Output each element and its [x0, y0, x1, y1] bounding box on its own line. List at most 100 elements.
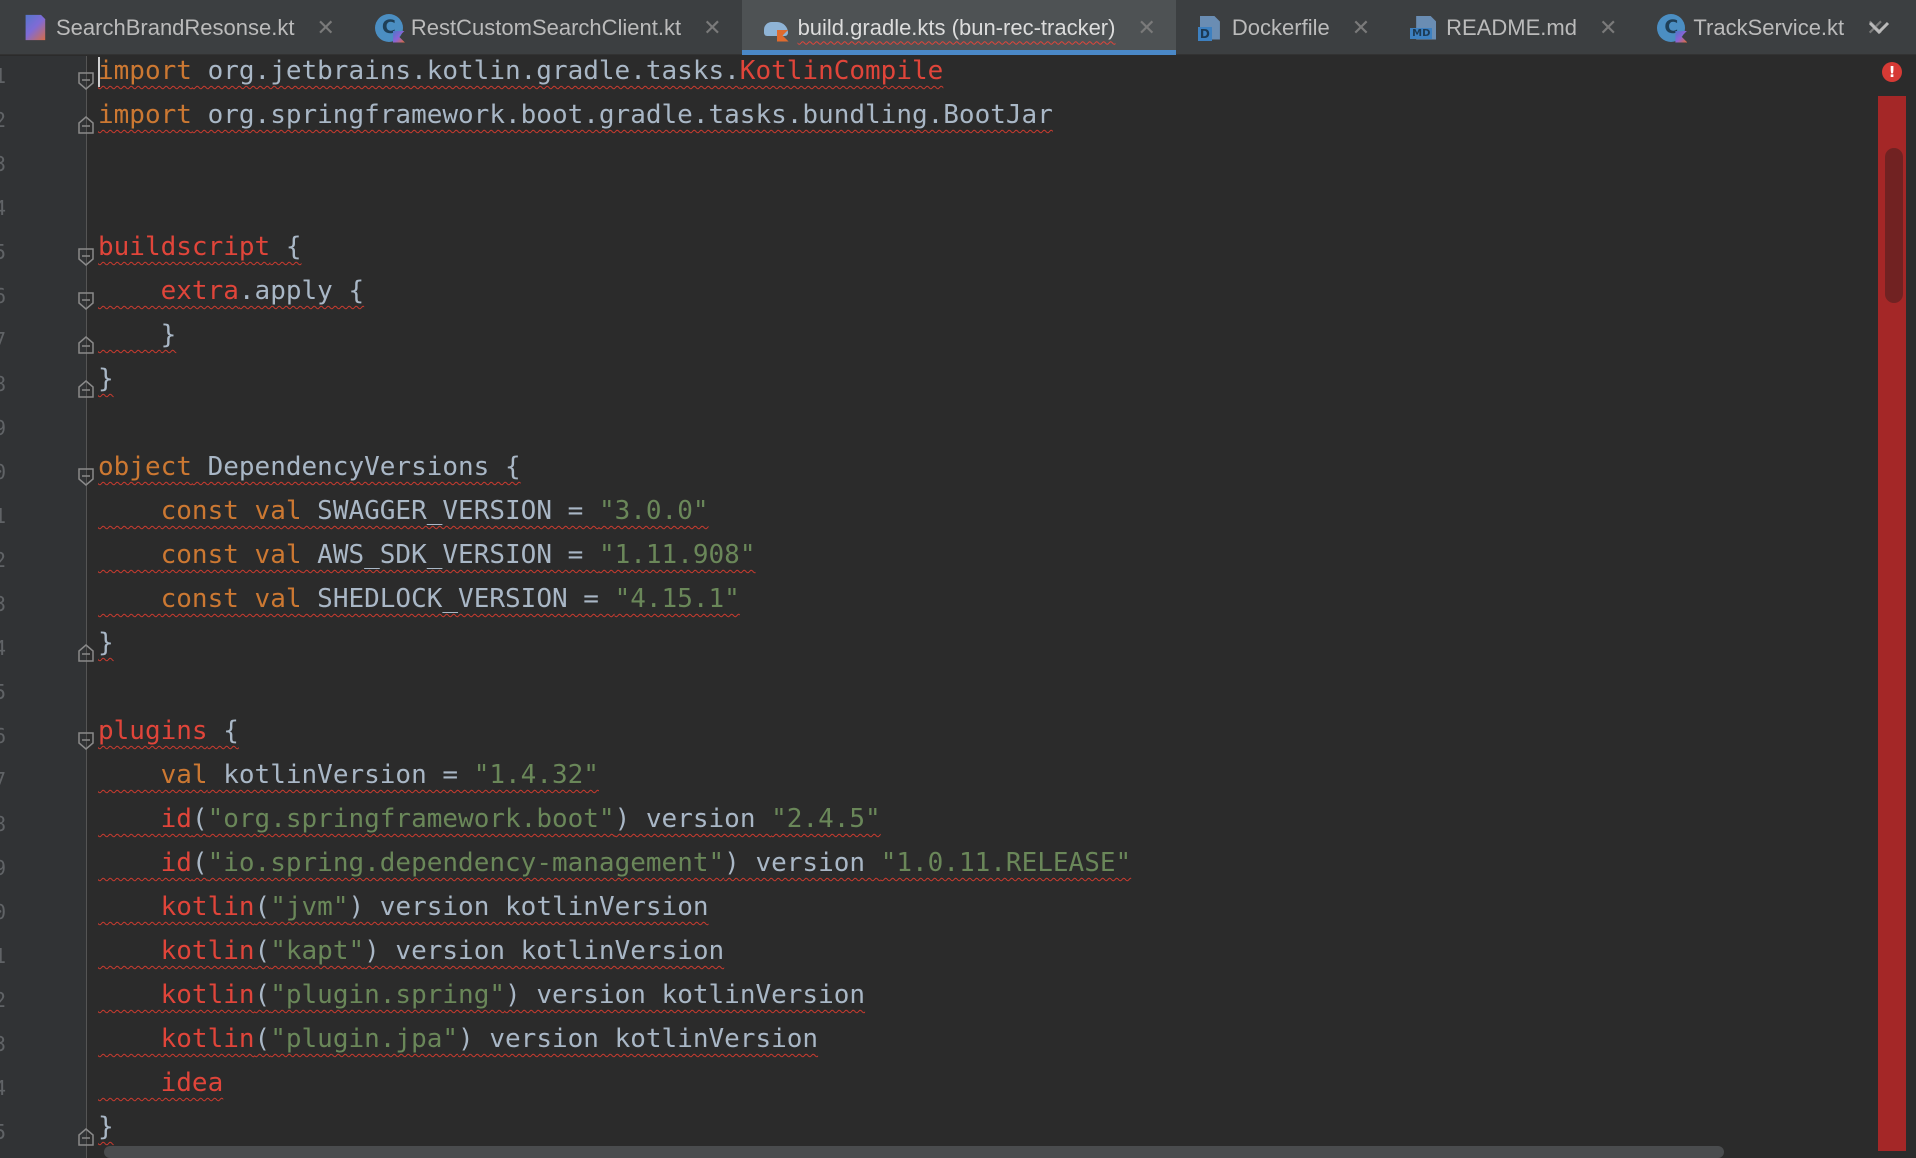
string-literal: "1.4.32"	[473, 760, 599, 790]
unresolved-reference: kotlin	[160, 980, 255, 1010]
fold-start-icon[interactable]	[77, 291, 95, 311]
code-line: kotlin("plugin.spring") version kotlinVe…	[98, 980, 865, 1024]
code-text: }	[98, 628, 114, 658]
error-indicator-icon[interactable]: !	[1882, 62, 1902, 82]
keyword: object	[98, 452, 192, 482]
close-icon[interactable]: ✕	[1137, 15, 1155, 41]
unresolved-reference: id	[160, 804, 192, 834]
code-line: plugins {	[98, 716, 239, 760]
tab-search-brand-resonse[interactable]: SearchBrandResonse.kt ✕	[0, 0, 355, 55]
keyword: import	[98, 56, 192, 86]
tab-dockerfile[interactable]: Dockerfile ✕	[1176, 0, 1390, 55]
line-number: 3	[0, 152, 7, 176]
line-number: 0	[0, 900, 7, 924]
code-text: ) version kotlinVersion	[348, 892, 709, 922]
code-text: {	[207, 716, 239, 746]
line-number: 5	[0, 1120, 7, 1144]
code-line: id("io.spring.dependency-management") ve…	[98, 848, 1132, 892]
code-line: object DependencyVersions {	[98, 452, 521, 496]
line-number-gutter: 1 2 3 4 5 6 7 8 9 0 1 2 3 4 5 6 7 8 9 0 …	[0, 56, 86, 1158]
code-text: org.jetbrains.kotlin.gradle.tasks.	[191, 56, 740, 86]
close-icon[interactable]: ✕	[703, 15, 721, 41]
line-number: 3	[0, 592, 7, 616]
unresolved-reference: idea	[160, 1068, 224, 1098]
gradle-icon	[762, 14, 790, 42]
code-text: ) version	[724, 848, 881, 878]
tab-readme[interactable]: README.md ✕	[1390, 0, 1637, 55]
code-text: (	[254, 1024, 271, 1054]
tab-label: RestCustomSearchClient.kt	[410, 14, 682, 40]
code-line: kotlin("jvm") version kotlinVersion	[98, 892, 709, 936]
code-text: .apply {	[238, 276, 365, 306]
fold-end-icon[interactable]	[77, 643, 95, 663]
close-icon[interactable]: ✕	[1352, 15, 1370, 41]
string-literal: "kapt"	[270, 936, 365, 966]
string-literal: "plugin.spring"	[270, 980, 506, 1010]
fold-end-icon[interactable]	[77, 115, 95, 135]
code-text: org.springframework.boot.gradle.tasks.bu…	[191, 100, 1053, 130]
code-text: ) version	[614, 804, 772, 834]
string-literal: "io.spring.dependency-management"	[207, 848, 725, 878]
horizontal-scrollbar[interactable]	[104, 1146, 1724, 1158]
line-number: 6	[0, 724, 7, 748]
dockerfile-icon	[1196, 14, 1224, 42]
line-number: 6	[0, 284, 7, 308]
keyword: const val	[160, 540, 302, 570]
code-editor[interactable]: 1 2 3 4 5 6 7 8 9 0 1 2 3 4 5 6 7 8 9 0 …	[0, 56, 1916, 1158]
code-text: (	[254, 980, 271, 1010]
string-literal: "org.springframework.boot"	[207, 804, 615, 834]
tab-build-gradle-kts[interactable]: build.gradle.kts (bun-rec-tracker) ✕	[741, 0, 1177, 55]
keyword: val	[160, 760, 208, 790]
code-line: const val SHEDLOCK_VERSION = "4.15.1"	[98, 584, 740, 628]
line-number: 9	[0, 856, 7, 880]
code-text: ) version kotlinVersion	[364, 936, 725, 966]
chevron-down-icon[interactable]	[1862, 10, 1896, 44]
editor-tab-bar: SearchBrandResonse.kt ✕ RestCustomSearch…	[0, 0, 1916, 55]
line-number: 8	[0, 372, 7, 396]
fold-end-icon[interactable]	[77, 379, 95, 399]
keyword: import	[98, 100, 192, 130]
fold-start-icon[interactable]	[77, 71, 95, 91]
fold-end-icon[interactable]	[77, 1127, 95, 1147]
line-number: 4	[0, 636, 7, 660]
code-line: }	[98, 320, 177, 364]
fold-start-icon[interactable]	[77, 247, 95, 267]
code-line: import org.jetbrains.kotlin.gradle.tasks…	[98, 56, 943, 100]
close-icon[interactable]: ✕	[316, 15, 334, 41]
unresolved-reference: kotlin	[160, 1024, 255, 1054]
close-icon[interactable]: ✕	[1599, 15, 1617, 41]
code-line: kotlin("plugin.jpa") version kotlinVersi…	[98, 1024, 818, 1068]
code-text: }	[98, 364, 114, 394]
code-text: (	[254, 936, 271, 966]
code-line: const val SWAGGER_VERSION = "3.0.0"	[98, 496, 709, 540]
fold-start-icon[interactable]	[77, 731, 95, 751]
string-literal: "1.0.11.RELEASE"	[880, 848, 1132, 878]
fold-end-icon[interactable]	[77, 335, 95, 355]
string-literal: "4.15.1"	[614, 584, 740, 614]
fold-start-icon[interactable]	[77, 467, 95, 487]
tab-label: SearchBrandResonse.kt	[56, 14, 295, 40]
code-text: ) version kotlinVersion	[505, 980, 866, 1010]
markdown-icon	[1410, 14, 1438, 42]
code-text: AWS_SDK_VERSION =	[301, 540, 599, 570]
string-literal: "jvm"	[270, 892, 349, 922]
code-line: val kotlinVersion = "1.4.32"	[98, 760, 599, 804]
tab-rest-custom-search-client[interactable]: RestCustomSearchClient.kt ✕	[355, 0, 742, 55]
unresolved-reference: extra	[160, 276, 239, 306]
code-text: (	[191, 848, 208, 878]
string-literal: "1.11.908"	[598, 540, 756, 570]
line-number: 1	[0, 64, 7, 88]
line-number: 4	[0, 196, 7, 220]
code-line: import org.springframework.boot.gradle.t…	[98, 100, 1053, 144]
tab-label: build.gradle.kts (bun-rec-tracker)	[797, 14, 1116, 40]
line-number: 9	[0, 416, 7, 440]
vertical-scrollbar-thumb[interactable]	[1885, 148, 1903, 303]
code-line: kotlin("kapt") version kotlinVersion	[98, 936, 725, 980]
code-line: id("org.springframework.boot") version "…	[98, 804, 881, 848]
